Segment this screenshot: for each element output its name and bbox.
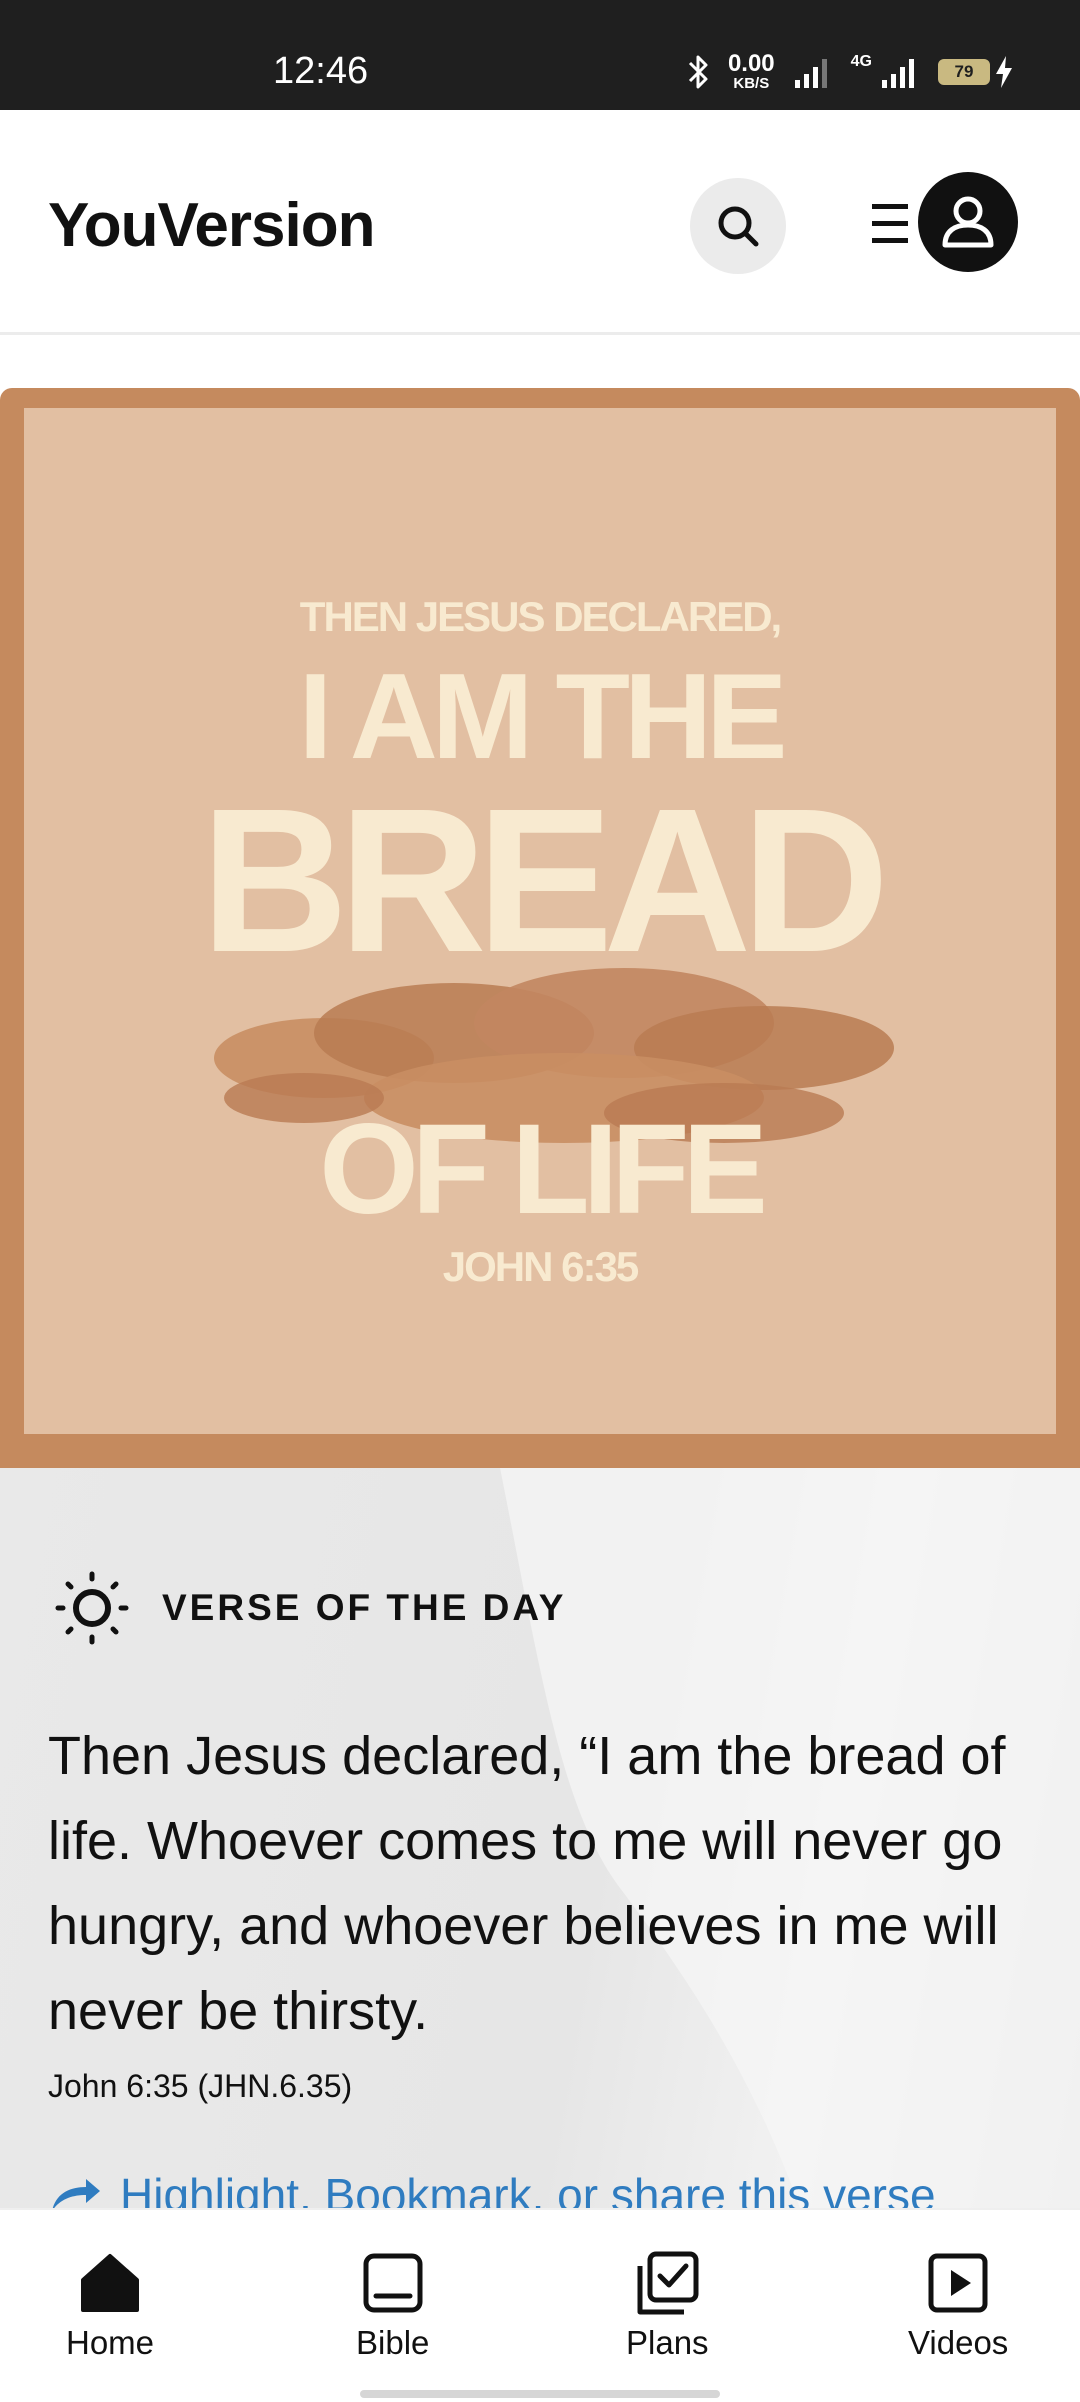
verse-image[interactable]: THEN JESUS DECLARED, I AM THE BREAD OF L…: [0, 388, 1080, 1468]
share-arrow-icon: [52, 2179, 100, 2208]
net-speed-value: 0.00: [727, 50, 775, 77]
verse-of-the-day-card[interactable]: VERSE OF THE DAY Then Jesus declared, “I…: [0, 1468, 1080, 2208]
image-reference: JOHN 6:35: [442, 1243, 639, 1290]
profile-button[interactable]: [918, 172, 1018, 272]
battery-icon: 79: [938, 58, 990, 85]
app-header: YouVersion: [0, 110, 1080, 335]
status-bar: 12:46 0.00 KB/S 4G 79: [0, 0, 1080, 110]
signal-icon: [794, 58, 827, 88]
nav-bible[interactable]: Bible: [356, 2250, 429, 2362]
share-verse-label[interactable]: Highlight, Bookmark, or share this verse: [120, 2168, 936, 2208]
network-type: 4G: [850, 52, 872, 70]
net-speed-unit: KB/S: [733, 75, 770, 92]
bottom-navigation: Home Bible Plans Videos: [0, 2208, 1080, 2402]
image-line-3: BREAD: [200, 766, 890, 995]
home-indicator[interactable]: [360, 2390, 720, 2398]
profile-icon: [942, 196, 994, 248]
verse-reference[interactable]: John 6:35 (JHN.6.35): [48, 2068, 352, 2105]
home-icon: [81, 2254, 140, 2312]
nav-plans[interactable]: Plans: [626, 2250, 709, 2362]
net-speed: 0.00 KB/S: [727, 50, 775, 92]
battery: 79: [938, 55, 1014, 88]
image-line-4: OF LIFE: [319, 1098, 768, 1241]
status-icons: 0.00 KB/S 4G 79: [686, 52, 1014, 91]
nav-home-label: Home: [66, 2324, 155, 2361]
verse-of-the-day-header: VERSE OF THE DAY: [52, 1568, 566, 1648]
verse-of-the-day-label: VERSE OF THE DAY: [162, 1587, 567, 1628]
nav-plans-label: Plans: [626, 2324, 709, 2361]
search-button[interactable]: [690, 178, 786, 274]
battery-level: 79: [954, 61, 974, 81]
share-verse-link[interactable]: Highlight, Bookmark, or share this verse: [48, 2168, 936, 2208]
nav-videos-label: Videos: [908, 2324, 1009, 2361]
sun-icon: [55, 1571, 129, 1645]
videos-icon: [928, 2253, 988, 2313]
verse-image-canvas: THEN JESUS DECLARED, I AM THE BREAD OF L…: [24, 408, 1056, 1434]
nav-home[interactable]: Home: [66, 2250, 154, 2362]
status-time: 12:46: [273, 50, 369, 92]
charging-icon: [996, 55, 1012, 88]
image-line-1: THEN JESUS DECLARED,: [299, 593, 782, 640]
verse-text[interactable]: Then Jesus declared, “I am the bread of …: [48, 1714, 1038, 2054]
bluetooth-icon: [688, 55, 708, 88]
nav-videos[interactable]: Videos: [908, 2250, 1008, 2362]
nav-bible-label: Bible: [356, 2324, 430, 2361]
plans-icon: [637, 2251, 699, 2315]
app-logo[interactable]: YouVersion: [48, 190, 375, 261]
signal-4g-icon: [882, 58, 914, 88]
search-icon: [718, 206, 759, 247]
bible-icon: [363, 2253, 423, 2313]
menu-icon[interactable]: [870, 198, 910, 250]
